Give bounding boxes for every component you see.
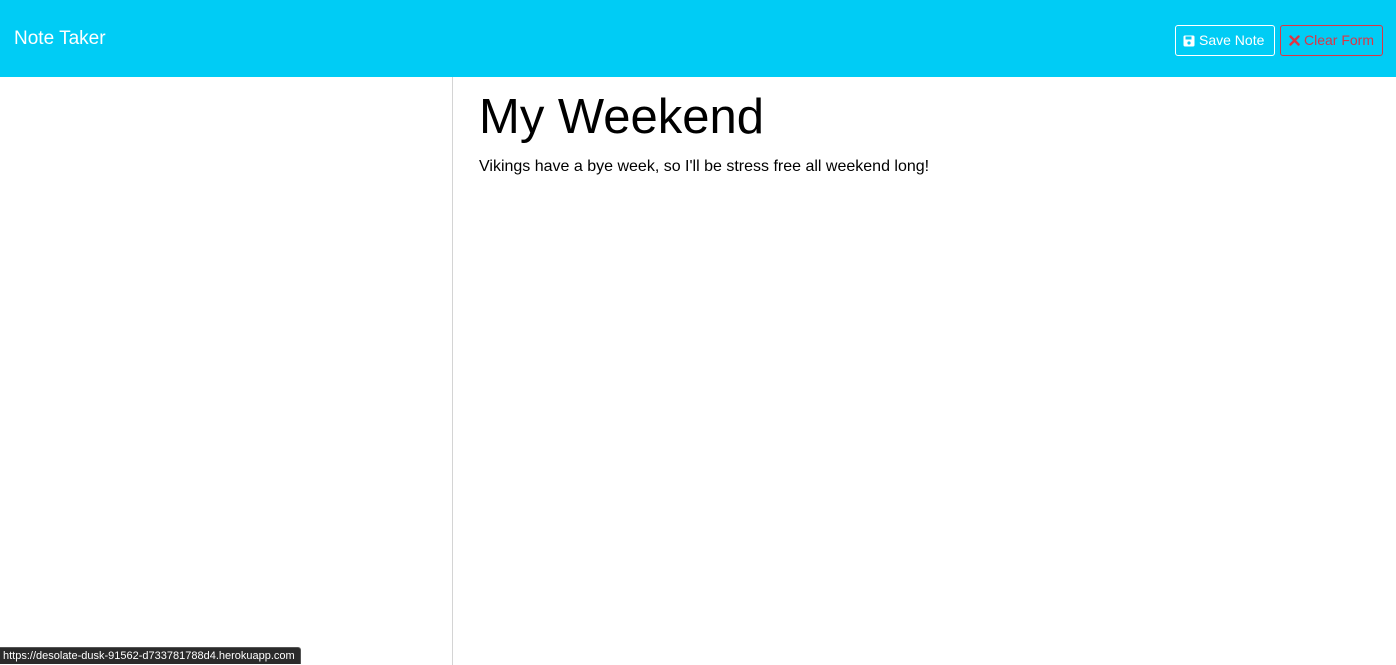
note-list-sidebar xyxy=(0,77,453,665)
status-bar-url: https://desolate-dusk-91562-d733781788d4… xyxy=(0,647,301,664)
x-icon xyxy=(1288,35,1300,47)
note-title[interactable]: My Weekend xyxy=(479,88,1359,146)
clear-form-button[interactable]: Clear Form xyxy=(1280,25,1383,56)
floppy-disk-icon xyxy=(1183,35,1195,47)
note-text[interactable]: Vikings have a bye week, so I'll be stre… xyxy=(479,157,1359,177)
navbar: Note Taker Save Note Clear Form xyxy=(0,0,1396,77)
save-note-button[interactable]: Save Note xyxy=(1175,25,1275,56)
clear-form-label: Clear Form xyxy=(1304,32,1375,48)
save-note-label: Save Note xyxy=(1199,32,1265,48)
navbar-brand[interactable]: Note Taker xyxy=(14,27,106,51)
